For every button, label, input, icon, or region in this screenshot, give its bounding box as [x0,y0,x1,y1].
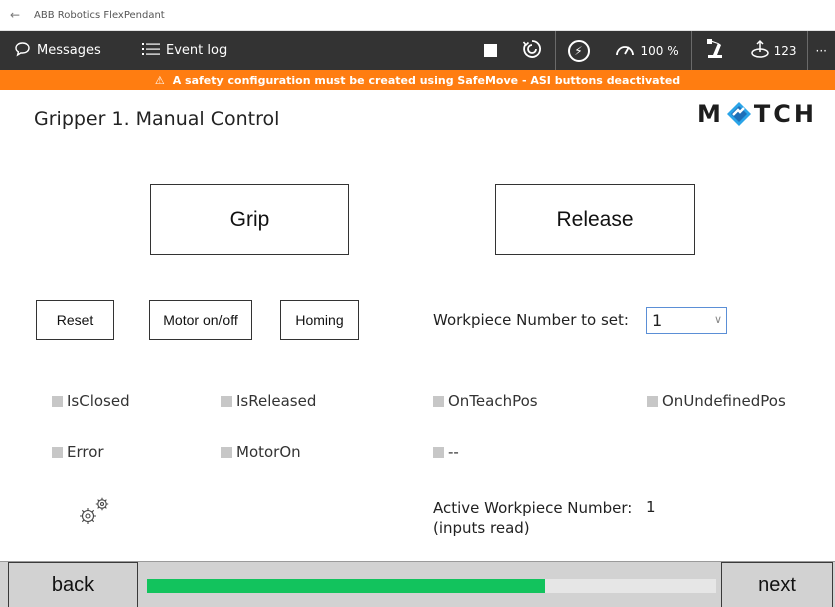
signal-on-teach-pos: OnTeachPos [433,392,538,410]
back-arrow-icon[interactable]: ← [0,8,30,22]
signal-error: Error [52,443,104,461]
active-workpiece-label-line1: Active Workpiece Number: [433,499,633,517]
window-title: ABB Robotics FlexPendant [34,9,165,21]
status-area: ⚡ 100 % 123 ··· [472,31,835,70]
workpiece-number-select[interactable]: 1 ∨ [646,307,727,334]
event-log-label: Event log [166,43,228,58]
more-icon: ··· [815,43,827,58]
gauge-icon [614,41,636,60]
run-mode-button[interactable] [509,31,555,70]
speech-bubble-icon [14,41,31,61]
signal-indicator-icon [221,446,232,458]
list-icon [142,41,160,60]
motors-button[interactable]: ⚡ [556,31,602,70]
speed-button[interactable]: 100 % [602,31,691,70]
logo-right-text: TCH [753,100,817,128]
signal-on-undefined-pos: OnUndefinedPos [647,392,786,410]
motor-toggle-button[interactable]: Motor on/off [149,300,252,340]
signal-motor-on: MotorOn [221,443,301,461]
active-workpiece-label-line2: (inputs read) [433,519,530,537]
speed-value: 100 % [640,43,679,58]
signal-indicator-icon [221,395,232,407]
signal-indicator-icon [647,395,658,407]
progress-bar-fill [147,579,546,593]
signal-indicator-icon [433,395,444,407]
workpiece-number-label: Workpiece Number to set: [433,311,629,329]
stop-icon [483,44,497,57]
workpiece-selected-value: 1 [652,311,663,330]
signal-indicator-icon [52,446,63,458]
signal-label: -- [448,443,459,461]
reset-button[interactable]: Reset [36,300,114,340]
more-button[interactable]: ··· [808,31,835,70]
grip-button[interactable]: Grip [150,184,349,255]
signal-label: Error [67,443,104,461]
jog-icon [750,39,770,62]
signal-label: IsReleased [236,392,317,410]
signal-label: IsClosed [67,392,130,410]
signal-indicator-icon [52,395,63,407]
signal-indicator-icon [433,446,444,458]
signal-label: OnTeachPos [448,392,538,410]
signal-is-closed: IsClosed [52,392,130,410]
safety-warning-text: A safety configuration must be created u… [172,73,681,87]
active-workpiece-value: 1 [646,498,656,516]
signal-label: OnUndefinedPos [662,392,786,410]
robot-button[interactable] [692,31,738,70]
signal-is-released: IsReleased [221,392,316,410]
lightning-icon: ⚡ [567,39,590,62]
logo-left-text: M [697,100,724,128]
page-title: Gripper 1. Manual Control [34,108,280,130]
safety-warning-banner: ⚠ A safety configuration must be created… [0,70,835,90]
motch-logo: M TCH [697,100,817,128]
command-bar: Messages Event log ⚡ 100 % 123 ··· [0,31,835,70]
jog-button[interactable]: 123 [738,31,807,70]
active-workpiece-label: Active Workpiece Number: (inputs read) [433,498,632,538]
messages-button[interactable]: Messages [14,31,101,70]
next-button[interactable]: next [721,562,833,607]
signal-unused: -- [433,443,459,461]
gears-settings-icon[interactable] [76,495,112,527]
jog-value: 123 [773,43,797,58]
stop-button[interactable] [472,31,509,70]
window-titlebar: ← ABB Robotics FlexPendant [0,0,835,31]
release-button[interactable]: Release [495,184,695,255]
back-button[interactable]: back [8,562,138,607]
robot-arm-icon [704,39,726,62]
logo-mark-icon [726,101,752,127]
bottom-navigation: back next [0,561,835,607]
messages-label: Messages [37,43,101,58]
signal-label: MotorOn [236,443,301,461]
warning-icon: ⚠ [154,73,165,87]
event-log-button[interactable]: Event log [142,31,227,70]
cycle-icon [521,38,543,63]
homing-button[interactable]: Homing [280,300,359,340]
chevron-down-icon[interactable]: ∨ [714,313,722,326]
progress-bar [147,579,716,593]
